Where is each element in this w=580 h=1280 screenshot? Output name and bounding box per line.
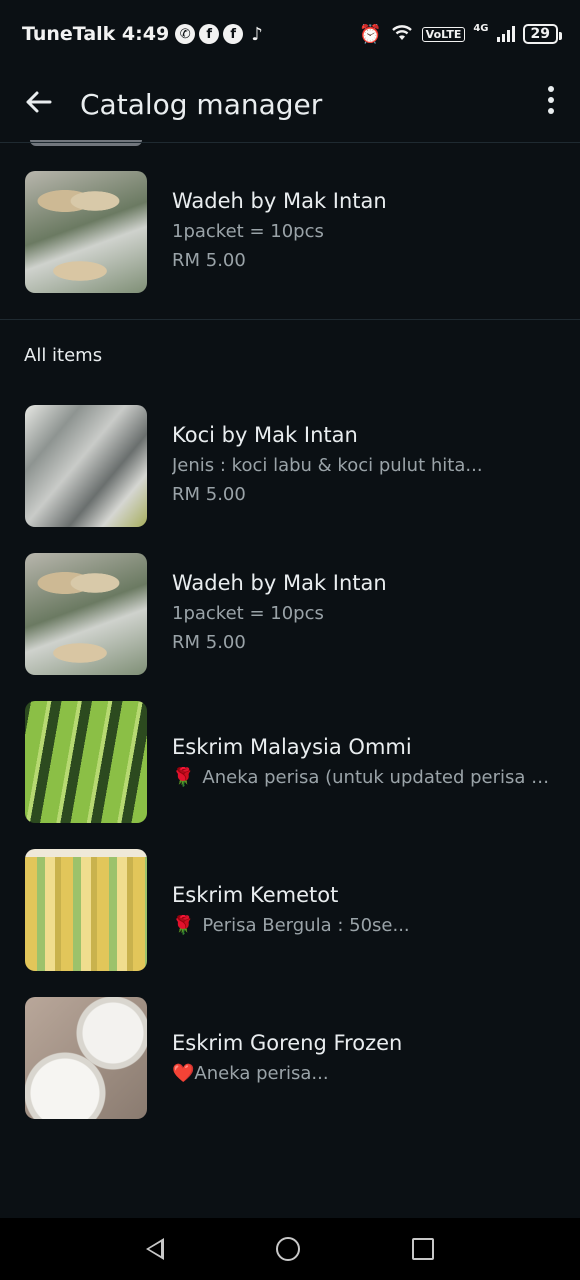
product-name: Eskrim Goreng Frozen bbox=[172, 1031, 403, 1055]
more-options-icon[interactable] bbox=[548, 86, 554, 114]
system-nav-bar bbox=[0, 1218, 580, 1280]
description-text: Aneka perisa... bbox=[194, 1063, 329, 1084]
status-right: ⏰ VoLTE 4G 29 bbox=[359, 22, 563, 45]
nav-recents-icon[interactable] bbox=[412, 1238, 434, 1260]
page-title: Catalog manager bbox=[80, 87, 323, 121]
facebook-icon: f bbox=[223, 24, 244, 44]
featured-item[interactable]: Wadeh by Mak Intan 1packet = 10pcs RM 5.… bbox=[0, 171, 580, 295]
product-description: 1packet = 10pcs bbox=[172, 603, 324, 624]
product-description: Jenis : koci labu & koci pulut hita... bbox=[172, 455, 483, 476]
product-description: 1packet = 10pcs bbox=[172, 221, 324, 242]
catalog-item[interactable]: Wadeh by Mak Intan 1packet = 10pcs RM 5.… bbox=[0, 553, 580, 677]
catalog-item[interactable]: Eskrim Malaysia Ommi 🌹 Aneka perisa (untu… bbox=[0, 701, 580, 825]
volte-indicator: VoLTE bbox=[421, 26, 466, 42]
divider bbox=[0, 319, 580, 320]
section-label: All items bbox=[24, 345, 103, 366]
product-thumbnail bbox=[25, 701, 147, 823]
product-name: Eskrim Malaysia Ommi bbox=[172, 735, 412, 759]
product-price: RM 5.00 bbox=[172, 484, 246, 505]
description-text: Aneka perisa (untuk updated perisa wasa.… bbox=[202, 767, 562, 788]
catalog-item[interactable]: Eskrim Goreng Frozen ❤️Aneka perisa... bbox=[0, 997, 580, 1121]
facebook-icon: f bbox=[199, 24, 220, 44]
signal-icon bbox=[496, 26, 515, 42]
product-name: Wadeh by Mak Intan bbox=[172, 189, 387, 213]
nav-back-icon[interactable] bbox=[146, 1238, 164, 1260]
notification-icons: ✆ f f ♪ bbox=[175, 23, 267, 45]
tiktok-icon: ♪ bbox=[251, 23, 263, 45]
product-name: Wadeh by Mak Intan bbox=[172, 571, 387, 595]
rose-emoji-icon: 🌹 bbox=[172, 767, 195, 788]
back-arrow-icon[interactable] bbox=[24, 87, 60, 122]
carrier-time: TuneTalk 4:49 bbox=[22, 23, 170, 45]
previous-item-thumbnail[interactable] bbox=[30, 140, 142, 146]
rose-emoji-icon: 🌹 bbox=[172, 915, 195, 936]
wifi-icon bbox=[390, 23, 414, 45]
battery-icon: 29 bbox=[522, 24, 563, 44]
status-bar: TuneTalk 4:49 ✆ f f ♪ ⏰ VoLTE 4G 29 bbox=[0, 0, 580, 68]
network-type: 4G bbox=[473, 22, 489, 34]
product-price: RM 5.00 bbox=[172, 250, 246, 271]
catalog-item[interactable]: Koci by Mak Intan Jenis : koci labu & ko… bbox=[0, 405, 580, 529]
divider bbox=[0, 142, 580, 143]
product-thumbnail bbox=[25, 553, 147, 675]
nav-home-icon[interactable] bbox=[276, 1237, 300, 1261]
product-description: ❤️Aneka perisa... bbox=[172, 1063, 562, 1084]
alarm-icon: ⏰ bbox=[359, 23, 382, 45]
product-thumbnail bbox=[25, 405, 147, 527]
status-left: TuneTalk 4:49 ✆ f f ♪ bbox=[22, 23, 267, 45]
product-price: RM 5.00 bbox=[172, 632, 246, 653]
catalog-item[interactable]: Eskrim Kemetot 🌹 Perisa Bergula : 50se... bbox=[0, 849, 580, 973]
product-thumbnail bbox=[25, 849, 147, 971]
whatsapp-icon: ✆ bbox=[175, 24, 196, 44]
product-description: 🌹 Aneka perisa (untuk updated perisa wasa… bbox=[172, 767, 562, 788]
product-name: Koci by Mak Intan bbox=[172, 423, 358, 447]
product-name: Eskrim Kemetot bbox=[172, 883, 339, 907]
product-thumbnail bbox=[25, 997, 147, 1119]
product-thumbnail bbox=[25, 171, 147, 293]
product-description: 🌹 Perisa Bergula : 50se... bbox=[172, 915, 562, 936]
app-bar: Catalog manager bbox=[0, 68, 580, 140]
heart-emoji-icon: ❤️ bbox=[172, 1063, 195, 1084]
description-text: Perisa Bergula : 50se... bbox=[202, 915, 410, 936]
